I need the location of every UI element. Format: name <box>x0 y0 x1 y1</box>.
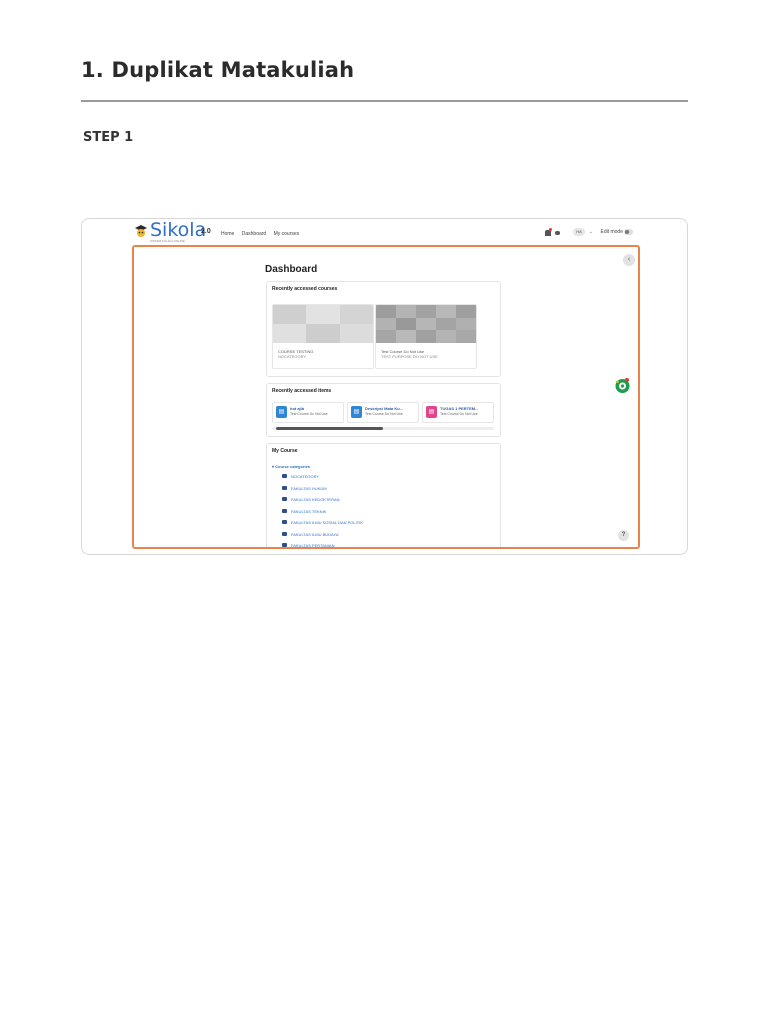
document-icon: ▤ <box>276 406 287 418</box>
step-label: STEP 1 <box>83 130 134 145</box>
recent-item[interactable]: ▤ TUGAS 1 PERTEM... Test Course Do Not U… <box>422 402 494 423</box>
notification-badge <box>549 228 552 231</box>
category-item[interactable]: NOCATEGORY <box>282 474 363 486</box>
my-course-heading: My Course <box>272 448 298 454</box>
title-divider <box>81 100 688 102</box>
category-item[interactable]: FAKULTAS TEKNIK <box>282 508 363 521</box>
brand-version: 2.0 <box>201 228 211 235</box>
folder-icon <box>282 474 287 478</box>
user-tools: HA ⌄ Edit mode <box>531 228 633 238</box>
item-title: hot ajib <box>290 406 305 411</box>
assignment-icon: ▤ <box>426 406 437 418</box>
category-item[interactable]: FAKULTAS HUKUM <box>282 485 363 498</box>
course-category: NOCATEGORY <box>278 354 307 359</box>
category-item[interactable]: FAKULTAS ILMU SOSIAL DAN POLITIK <box>282 520 363 532</box>
dashboard-title: Dashboard <box>265 264 318 275</box>
category-item[interactable]: FAKULTAS PERTANIAN <box>282 543 363 548</box>
folder-icon <box>282 543 287 547</box>
folder-icon <box>282 520 287 524</box>
course-card[interactable]: COURSE TESTING NOCATEGORY <box>272 304 374 369</box>
tree-root-label: Course categories <box>275 464 311 469</box>
recent-items-card: Recently accessed items ▤ hot ajib Test … <box>266 383 501 437</box>
course-thumbnail <box>376 305 476 343</box>
folder-icon <box>282 531 287 536</box>
drawer-toggle-icon[interactable]: ‹ <box>623 254 635 266</box>
brand-name: Sikola <box>150 219 207 241</box>
my-course-card: My Course ▾ Course categories NOCATEGORY… <box>266 443 501 548</box>
folder-icon <box>282 485 287 490</box>
help-button[interactable]: ? <box>618 530 629 541</box>
recent-item[interactable]: ▤ hot ajib Test Course Do Not Use <box>272 402 344 423</box>
recent-item[interactable]: ▤ Deskripsi Mata Ku... Test Course Do No… <box>347 402 419 423</box>
recent-items-heading: Recently accessed items <box>272 388 332 394</box>
category-label: NOCATEGORY <box>291 474 320 479</box>
mascot-icon <box>135 225 147 237</box>
recent-courses-card: Recently accessed courses COURSE TESTING… <box>266 281 501 377</box>
nav-home[interactable]: Home <box>221 231 234 237</box>
document-title: 1. Duplikat Matakuliah <box>81 58 355 82</box>
course-categories-toggle[interactable]: ▾ Course categories <box>272 464 310 469</box>
item-course: Test Course Do Not Use <box>365 412 403 416</box>
highlight-frame: ‹ Dashboard Recently accessed courses CO… <box>132 245 640 549</box>
item-course: Test Course Do Not Use <box>440 412 478 416</box>
category-label: FAKULTAS ILMU BUDAYA <box>291 531 339 537</box>
top-navbar: Sikola 2.0 SISTEM KULIAH ONLINE Home Das… <box>82 219 687 245</box>
course-category: TEST PURPOSE DO NOT USE <box>381 354 438 359</box>
message-icon[interactable] <box>555 231 560 235</box>
recent-courses-heading: Recently accessed courses <box>272 286 338 292</box>
screenshot-container: Sikola 2.0 SISTEM KULIAH ONLINE Home Das… <box>81 218 688 555</box>
edit-mode-label: Edit mode <box>600 229 623 235</box>
category-label: FAKULTAS ILMU SOSIAL DAN POLITIK <box>291 520 363 525</box>
item-course: Test Course Do Not Use <box>290 412 328 416</box>
folder-icon <box>282 497 287 501</box>
page-icon: ▤ <box>351 406 362 418</box>
category-item[interactable]: FAKULTAS KEDOKTERAN <box>282 497 363 509</box>
chevron-down-icon[interactable]: ⌄ <box>589 229 593 235</box>
scrollbar-thumb[interactable] <box>276 427 383 430</box>
category-label: FAKULTAS TEKNIK <box>291 508 327 514</box>
nav-my-courses[interactable]: My courses <box>274 231 300 237</box>
nav-dashboard[interactable]: Dashboard <box>242 231 266 237</box>
user-avatar[interactable]: HA <box>573 228 585 236</box>
category-item[interactable]: FAKULTAS ILMU BUDAYA <box>282 531 363 544</box>
category-label: FAKULTAS KEDOKTERAN <box>291 497 340 502</box>
category-label: FAKULTAS PERTANIAN <box>291 543 335 548</box>
item-title: Deskripsi Mata Ku... <box>365 406 404 411</box>
course-card[interactable]: Test Course Do Not Use TEST PURPOSE DO N… <box>375 304 477 369</box>
brand-tagline: SISTEM KULIAH ONLINE <box>150 239 185 243</box>
chatbot-icon[interactable] <box>614 377 631 394</box>
primary-nav: Home Dashboard My courses <box>221 231 305 237</box>
course-thumbnail <box>273 305 373 343</box>
item-title: TUGAS 1 PERTEM... <box>440 406 479 411</box>
folder-icon <box>282 508 287 513</box>
category-list: NOCATEGORY FAKULTAS HUKUM FAKULTAS KEDOK… <box>282 474 363 548</box>
edit-mode-toggle[interactable] <box>624 229 633 235</box>
category-label: FAKULTAS HUKUM <box>291 485 327 491</box>
horizontal-scrollbar[interactable] <box>272 427 494 430</box>
